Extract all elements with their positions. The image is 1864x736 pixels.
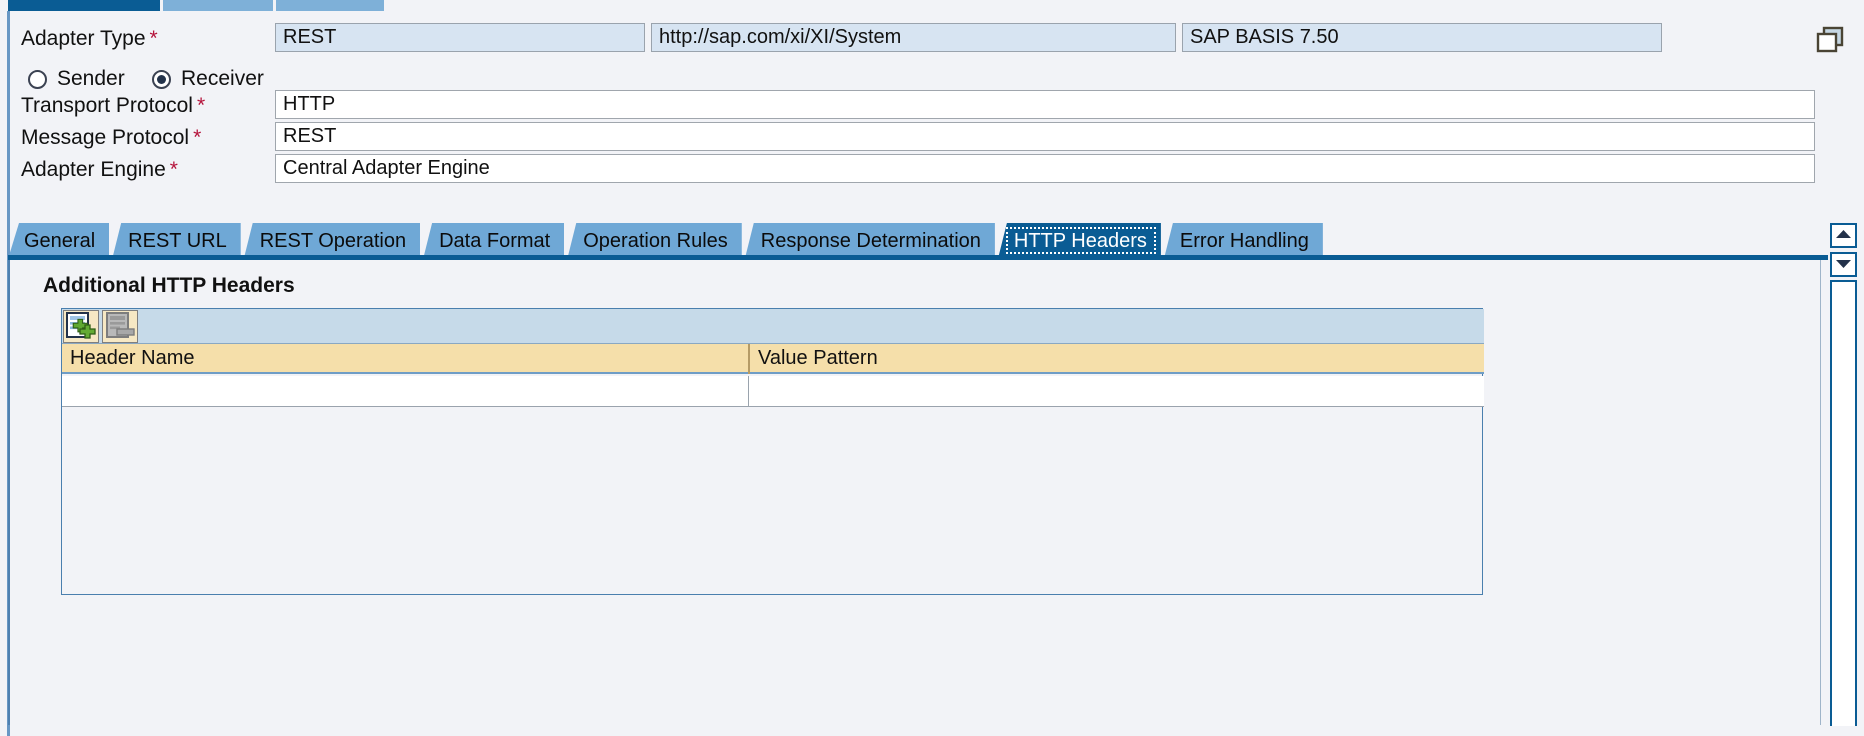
transport-protocol-label: Transport Protocol * (21, 93, 205, 119)
tab-operation-rules-label: Operation Rules (583, 230, 728, 252)
adapter-header-form: Adapter Type * REST http://sap.com/xi/XI/… (10, 11, 1860, 226)
scroll-down-icon (1836, 260, 1851, 268)
section-title: Additional HTTP Headers (43, 274, 295, 297)
tab-rest-operation[interactable]: REST Operation (243, 223, 421, 259)
table-header-row: Header Name Value Pattern (62, 344, 1484, 374)
adapter-type-label-text: Adapter Type (21, 27, 146, 50)
scroll-up-icon (1836, 230, 1851, 238)
cell-header-name[interactable] (62, 376, 748, 406)
scroll-down-button[interactable] (1830, 252, 1857, 277)
tab-rest-operation-label: REST Operation (259, 230, 407, 252)
delete-row-icon (106, 312, 135, 338)
scroll-up-button[interactable] (1830, 223, 1857, 248)
sender-radio-label[interactable]: Sender (57, 66, 125, 92)
adapter-type-required-marker: * (149, 27, 158, 50)
table-toolbar (62, 309, 1484, 344)
tab-general-label: General (24, 230, 96, 252)
column-header-value-pattern[interactable]: Value Pattern (750, 344, 1484, 374)
settings-tab-bar: General REST URL REST Operation Data For… (8, 223, 1828, 259)
software-component-field[interactable]: SAP BASIS 7.50 (1182, 23, 1662, 52)
receiver-radio-label[interactable]: Receiver (181, 66, 264, 92)
adapter-type-field[interactable]: REST (275, 23, 645, 52)
tab-error-handling-label: Error Handling (1179, 230, 1309, 252)
http-headers-panel: Additional HTTP Headers Header Name Valu… (8, 260, 1821, 725)
adapter-engine-label: Adapter Engine * (21, 157, 178, 183)
message-protocol-required-marker: * (193, 126, 202, 149)
tab-response-determination-label: Response Determination (760, 230, 981, 252)
tab-general[interactable]: General (8, 223, 110, 259)
adapter-configuration-screen: Adapter Type * REST http://sap.com/xi/XI/… (0, 0, 1864, 736)
tab-http-headers[interactable]: HTTP Headers (997, 223, 1161, 259)
transport-protocol-label-text: Transport Protocol (21, 94, 193, 117)
tab-rest-url-label: REST URL (128, 230, 227, 252)
tab-http-headers-label: HTTP Headers (1013, 230, 1147, 252)
tab-rest-url[interactable]: REST URL (112, 223, 241, 259)
additional-http-headers-table: Header Name Value Pattern (61, 308, 1484, 595)
adapter-type-label: Adapter Type * (21, 26, 158, 52)
tab-error-handling[interactable]: Error Handling (1163, 223, 1323, 259)
insert-row-icon (66, 312, 96, 339)
tab-data-format[interactable]: Data Format (423, 223, 565, 259)
insert-row-button[interactable] (63, 310, 99, 343)
delete-row-button[interactable] (102, 310, 138, 343)
transport-protocol-field[interactable]: HTTP (275, 90, 1815, 119)
adapter-engine-required-marker: * (169, 158, 178, 181)
sender-radio[interactable] (28, 70, 47, 89)
tab-operation-rules[interactable]: Operation Rules (567, 223, 742, 259)
column-header-header-name[interactable]: Header Name (62, 344, 748, 374)
cell-value-pattern[interactable] (749, 376, 1484, 406)
message-protocol-label: Message Protocol * (21, 125, 201, 151)
tab-response-determination[interactable]: Response Determination (744, 223, 995, 259)
adapter-namespace-field[interactable]: http://sap.com/xi/XI/System (651, 23, 1176, 52)
receiver-radio[interactable] (152, 70, 171, 89)
copy-icon[interactable] (1815, 25, 1847, 57)
tab-data-format-label: Data Format (439, 230, 551, 252)
adapter-engine-field[interactable]: Central Adapter Engine (275, 154, 1815, 183)
vertical-scrollbar-track[interactable] (1830, 280, 1857, 726)
table-row[interactable] (62, 376, 1484, 407)
adapter-engine-label-text: Adapter Engine (21, 158, 166, 181)
message-protocol-field[interactable]: REST (275, 122, 1815, 151)
transport-protocol-required-marker: * (196, 94, 206, 117)
receiver-radio-dot (157, 75, 166, 84)
message-protocol-label-text: Message Protocol (21, 126, 190, 149)
